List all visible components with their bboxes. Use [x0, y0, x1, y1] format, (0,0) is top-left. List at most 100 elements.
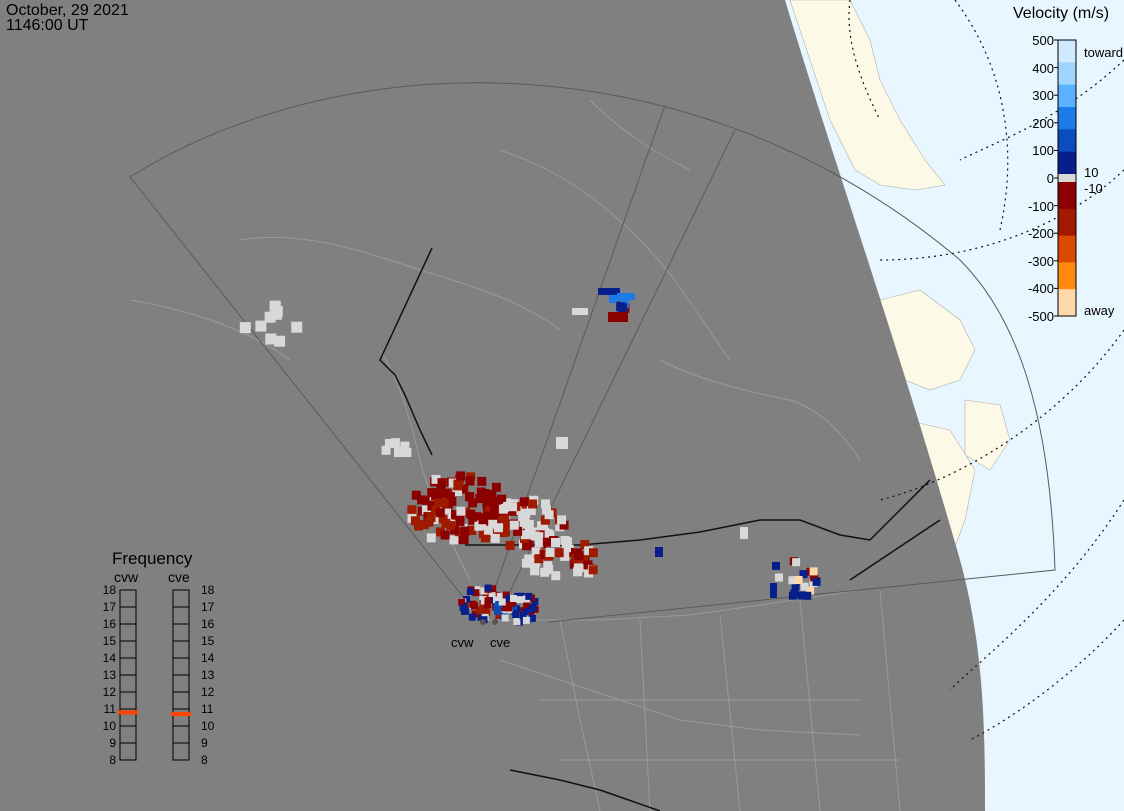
velocity-cell	[551, 538, 560, 547]
frequency-tick-label: 12	[201, 685, 215, 699]
colorbar-tick-label: 400	[1032, 60, 1054, 76]
velocity-cell	[790, 589, 799, 598]
frequency-marker	[118, 710, 138, 715]
colorbar-tick-label: 100	[1032, 143, 1054, 159]
velocity-cell	[478, 515, 488, 525]
frequency-tick-label: 17	[201, 600, 215, 614]
colorbar-segment	[1058, 151, 1076, 175]
colorbar-segment	[1058, 262, 1076, 290]
frequency-marker	[171, 712, 191, 717]
velocity-cell	[528, 499, 538, 509]
velocity-cell	[466, 588, 474, 596]
velocity-cell	[812, 577, 821, 586]
velocity-cell	[453, 479, 463, 489]
velocity-cell	[775, 573, 783, 582]
velocity-cell	[541, 499, 550, 509]
velocity-cell	[440, 530, 450, 540]
velocity-cell	[381, 445, 391, 455]
velocity-cell	[608, 312, 628, 322]
velocity-cell	[530, 565, 540, 575]
colorbar-tick-label: 0	[1046, 171, 1054, 186]
colorbar-segment	[1058, 62, 1076, 86]
velocity-cell	[435, 508, 445, 518]
frequency-tick-label: 15	[102, 634, 116, 648]
frequency-tick-label: 18	[201, 583, 215, 597]
time-label: 1146:00 UT	[6, 17, 89, 34]
velocity-cell	[414, 521, 423, 531]
velocity-cell	[488, 519, 498, 529]
velocity-cell	[477, 476, 487, 486]
velocity-cell	[551, 571, 561, 581]
frequency-tick-label: 16	[201, 617, 215, 631]
velocity-cell	[516, 596, 524, 604]
velocity-cell	[264, 311, 276, 323]
velocity-cell	[794, 576, 803, 584]
velocity-cell	[803, 591, 812, 600]
velocity-cell	[521, 558, 531, 568]
frequency-tick-label: 11	[201, 702, 214, 716]
velocity-cell	[491, 482, 501, 492]
velocity-cell	[291, 321, 303, 333]
colorbar-ground-scatter	[1058, 174, 1076, 182]
velocity-cell	[446, 521, 456, 531]
velocity-cell	[505, 540, 515, 550]
velocity-cell	[520, 497, 529, 507]
colorbar-segment	[1058, 208, 1076, 237]
velocity-cell	[468, 613, 476, 621]
velocity-cell	[545, 548, 555, 557]
velocity-cell	[434, 489, 444, 499]
velocity-cell	[557, 515, 567, 525]
velocity-cell	[239, 322, 251, 334]
velocity-cell	[618, 303, 627, 313]
freq-radar-label-cve: cve	[168, 569, 190, 585]
colorbar-tick-label: -400	[1027, 281, 1054, 297]
velocity-cell	[655, 547, 663, 557]
velocity-cell	[477, 491, 487, 501]
site-label-cve: cve	[490, 635, 511, 650]
velocity-cell	[468, 498, 478, 508]
frequency-tick-label: 18	[102, 583, 116, 597]
velocity-cell	[470, 602, 478, 610]
map-canvas	[0, 0, 1124, 811]
velocity-cell	[484, 584, 492, 592]
colorbar-tick-label: 200	[1032, 115, 1054, 131]
frequency-tick-label: 10	[102, 719, 116, 733]
colorbar-segment	[1058, 107, 1076, 130]
colorbar-segment	[1058, 40, 1076, 63]
velocity-cell	[563, 537, 572, 547]
velocity-cell	[461, 607, 468, 615]
colorbar-tick-label: -200	[1027, 226, 1054, 242]
freq-radar-label-cvw: cvw	[114, 569, 139, 585]
velocity-cell	[501, 614, 509, 622]
radar-site-cve-marker	[492, 619, 498, 625]
velocity-cell	[522, 616, 530, 624]
velocity-cell	[792, 558, 801, 567]
frequency-tick-label: 13	[102, 668, 116, 682]
frequency-tick-label: 11	[103, 702, 116, 716]
velocity-cell	[617, 293, 635, 300]
frequency-tick-label: 17	[102, 600, 116, 614]
velocity-cell	[809, 567, 818, 576]
velocity-cell	[456, 471, 466, 481]
velocity-cell	[490, 533, 500, 543]
velocity-cell	[499, 514, 509, 524]
colorbar-inner-label-pos: 10	[1084, 165, 1099, 180]
superdarn-plot: October, 29 2021 1146:00 UT Velocity (m/…	[0, 0, 1124, 811]
velocity-cell	[588, 548, 598, 558]
velocity-cell	[455, 517, 465, 527]
velocity-cell	[508, 502, 517, 512]
colorbar-segment	[1058, 129, 1076, 153]
velocity-cell	[459, 534, 469, 544]
velocity-cell	[411, 490, 421, 500]
colorbar-segment	[1058, 235, 1076, 263]
colorbar-tick-label: 300	[1032, 88, 1054, 104]
velocity-cell	[449, 535, 459, 545]
velocity-cell	[598, 288, 620, 295]
velocity-cell	[460, 526, 470, 536]
frequency-title: Frequency	[112, 549, 193, 568]
colorbar-segment	[1058, 182, 1076, 210]
velocity-cell	[588, 565, 598, 575]
velocity-cell	[544, 510, 554, 520]
frequency-tick-label: 9	[201, 736, 208, 750]
velocity-cell	[484, 601, 492, 609]
